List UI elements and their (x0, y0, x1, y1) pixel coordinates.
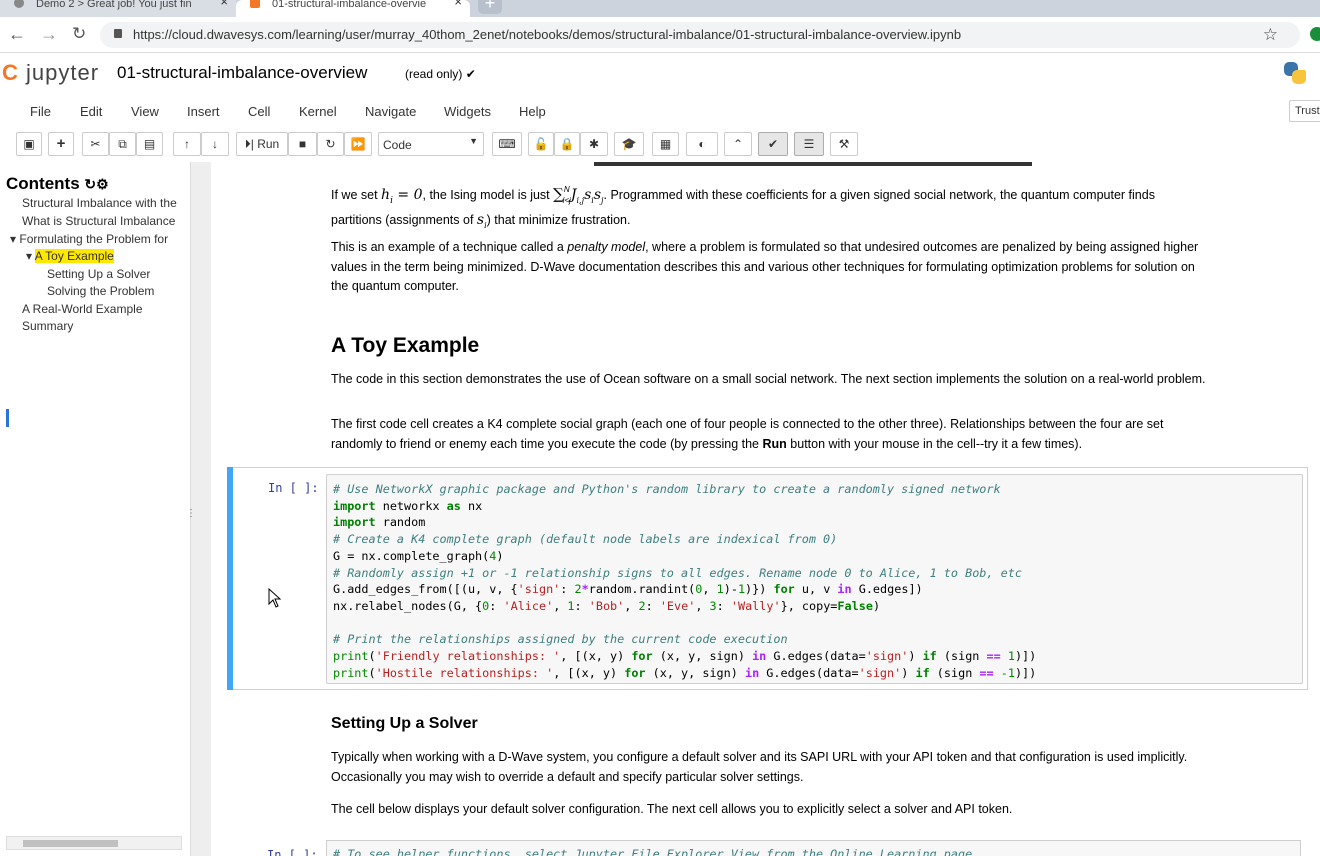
jupyter-header: C jupyter 01-structural-imbalance-overvi… (0, 54, 1320, 94)
toc-item[interactable]: What is Structural Imbalance (22, 214, 175, 228)
cell-selection-bar (227, 467, 233, 690)
insert-cell-icon[interactable]: + (48, 132, 74, 156)
tab-label: Demo 2 > Great job! You just fin (36, 0, 192, 10)
bookmark-star-icon[interactable]: ☆ (1263, 25, 1278, 45)
trusted-indicator[interactable]: Trust (1289, 100, 1320, 122)
menu-cell[interactable]: Cell (248, 104, 270, 119)
caret-down-icon: ▾ (26, 249, 33, 263)
url-field[interactable]: https://cloud.dwavesys.com/learning/user… (100, 22, 1300, 48)
paste-icon[interactable]: ▤ (136, 132, 163, 156)
jupyter-favicon-icon (250, 0, 260, 8)
run-button[interactable]: ⏵| Run (236, 132, 288, 156)
cell-type-select[interactable]: Code ▼ (378, 132, 484, 156)
cut-icon[interactable]: ✂ (82, 132, 109, 156)
menu-bar: File Edit View Insert Cell Kernel Naviga… (0, 97, 1320, 125)
cell-prompt: In [ ]: (267, 848, 318, 856)
notebook-content: If we set hi = 0, the Ising model is jus… (211, 162, 1320, 856)
menu-edit[interactable]: Edit (80, 104, 102, 119)
mouse-cursor-icon (268, 588, 282, 608)
toc-item[interactable]: Setting Up a Solver (47, 267, 150, 281)
toc-item[interactable]: Summary (22, 319, 73, 333)
toc-item[interactable]: Structural Imbalance with the (22, 196, 177, 210)
restart-run-all-icon[interactable]: ⏩ (344, 132, 372, 156)
extension-check-icon[interactable] (1310, 27, 1320, 41)
graduation-cap-icon[interactable]: 🎓 (614, 132, 644, 156)
paragraph-default-solver: The cell below displays your default sol… (331, 802, 1013, 816)
toc-sidebar: Contents ↻⚙ Structural Imbalance with th… (0, 162, 191, 856)
calculator-icon[interactable]: ▦ (652, 132, 679, 156)
paragraph-penalty-model: This is an example of a technique called… (331, 240, 1199, 293)
chevron-down-icon: ▼ (469, 136, 478, 146)
stop-icon[interactable]: ■ (288, 132, 317, 156)
toc-item[interactable]: Solving the Problem (47, 284, 154, 298)
paragraph-toy-intro: The code in this section demonstrates th… (331, 372, 1206, 386)
gear-icon[interactable]: ⚙ (96, 176, 109, 192)
keyboard-icon[interactable]: ⌨ (492, 132, 522, 156)
toc-title: Contents ↻⚙ (6, 174, 109, 193)
splitter-handle[interactable]: ⋮ (186, 508, 196, 519)
new-tab-button[interactable]: + (478, 0, 502, 14)
toc-item[interactable]: A Real-World Example (22, 302, 143, 316)
copy-icon[interactable]: ⧉ (109, 132, 136, 156)
back-arrow-icon[interactable]: ← (8, 24, 26, 45)
read-only-indicator: (read only) ✔ (405, 67, 476, 81)
gavel-icon[interactable]: ⚒ (830, 132, 858, 156)
asterisk-icon[interactable]: ✱ (580, 132, 608, 156)
move-up-icon[interactable]: ↑ (173, 132, 201, 156)
code-editor[interactable]: # Use NetworkX graphic package and Pytho… (326, 474, 1303, 684)
scrollbar-thumb[interactable] (23, 840, 118, 847)
check-all-icon[interactable]: ✔ (758, 132, 788, 156)
browser-tab-active[interactable]: 01-structural-imbalance-overvie × (236, 0, 470, 17)
paragraph-solver-config: Typically when working with a D-Wave sys… (331, 750, 1188, 784)
toggle-icon[interactable]: ◐ (686, 132, 718, 156)
notebook-name[interactable]: 01-structural-imbalance-overview (117, 63, 367, 83)
restart-icon[interactable]: ↻ (317, 132, 344, 156)
menu-help[interactable]: Help (519, 104, 546, 119)
toc-horizontal-scrollbar[interactable] (6, 836, 182, 850)
chevron-up-icon[interactable]: ⌃ (724, 132, 752, 156)
notebook-toolbar: ▣ + ✂ ⧉ ▤ ↑ ↓ ⏵| Run ■ ↻ ⏩ Code ▼ ⌨ 🔓 🔒 ✱… (0, 130, 1320, 158)
toc-item-active[interactable]: ▾ A Toy Example (26, 249, 114, 263)
jupyter-logo-icon: C (2, 60, 19, 85)
menu-kernel[interactable]: Kernel (299, 104, 337, 119)
caret-down-icon: ▾ (10, 232, 17, 246)
tab-favicon-icon (14, 0, 24, 8)
save-icon[interactable]: ▣ (16, 132, 42, 156)
python-logo-icon (1282, 60, 1308, 86)
browser-tab[interactable]: Demo 2 > Great job! You just fin × (0, 0, 236, 17)
browser-tab-bar: Demo 2 > Great job! You just fin × 01-st… (0, 0, 1320, 17)
toc-active-marker (6, 409, 9, 427)
code-cell-selected[interactable]: In [ ]: # Use NetworkX graphic package a… (227, 467, 1308, 690)
lock-icon[interactable]: 🔒 (554, 132, 580, 156)
move-down-icon[interactable]: ↓ (201, 132, 229, 156)
toc-item-expanded[interactable]: ▾ Formulating the Problem for (10, 232, 168, 246)
menu-view[interactable]: View (131, 104, 159, 119)
list-icon[interactable]: ☰ (794, 132, 824, 156)
url-text: https://cloud.dwavesys.com/learning/user… (133, 27, 962, 42)
paragraph-k4-graph: The first code cell creates a K4 complet… (331, 417, 1164, 451)
heading-setting-up-solver: Setting Up a Solver (331, 715, 478, 732)
heading-toy-example: A Toy Example (331, 334, 480, 357)
run-step-icon: ⏵| (244, 137, 254, 151)
address-bar-row: ← → ↻ https://cloud.dwavesys.com/learnin… (0, 17, 1320, 53)
code-cell[interactable]: # To see helper functions, select Jupyte… (326, 840, 1301, 856)
paragraph-ising: If we set hi = 0, the Ising model is jus… (331, 185, 1155, 231)
cell-prompt: In [ ]: (268, 481, 319, 495)
jupyter-logo[interactable]: C jupyter (2, 60, 99, 86)
scroll-indicator (594, 162, 1032, 166)
close-tab-icon[interactable]: × (220, 0, 228, 8)
close-tab-icon[interactable]: × (454, 0, 462, 8)
tab-label: 01-structural-imbalance-overvie (272, 0, 427, 10)
unlock-icon[interactable]: 🔓 (528, 132, 554, 156)
refresh-icon[interactable]: ↻ (84, 176, 96, 192)
menu-insert[interactable]: Insert (187, 104, 220, 119)
menu-widgets[interactable]: Widgets (444, 104, 491, 119)
reload-icon[interactable]: ↻ (72, 24, 86, 44)
menu-file[interactable]: File (30, 104, 51, 119)
forward-arrow-icon[interactable]: → (40, 24, 58, 45)
menu-navigate[interactable]: Navigate (365, 104, 416, 119)
lock-icon (114, 29, 122, 38)
